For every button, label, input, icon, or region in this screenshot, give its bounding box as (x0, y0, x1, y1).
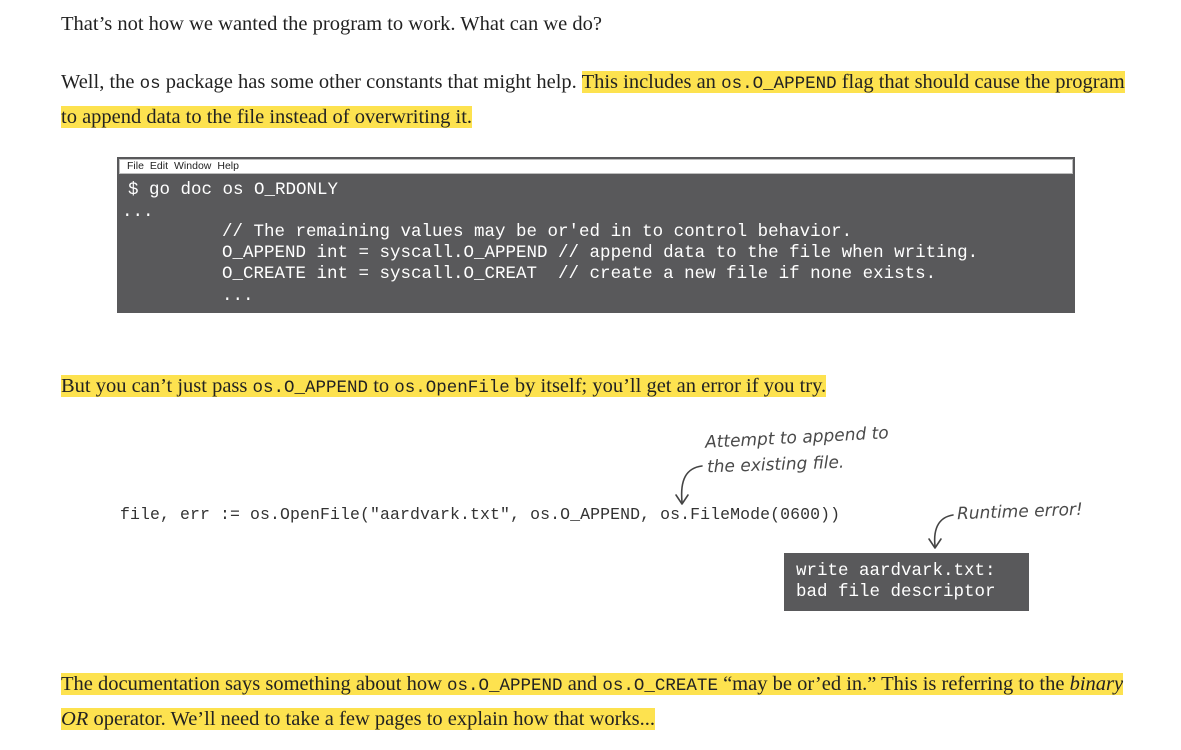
arrow-runtime (933, 514, 954, 547)
terminal-window: File Edit Window Help $ go doc os O_RDONLY … (117, 157, 1075, 313)
text-span: “may be or’ed in.” This is referring to … (717, 673, 1070, 695)
terminal-line: ... (222, 286, 254, 306)
text-span: operator. We’ll need to take a few pages… (88, 708, 656, 730)
annotation-append-line2: the existing file. (706, 452, 845, 478)
menu-item-file[interactable]: File (127, 160, 144, 172)
terminal-menu-bar: File Edit Window Help (119, 159, 1073, 174)
text-span: This includes an (581, 71, 722, 93)
annotation-runtime-error: Runtime error! (956, 499, 1084, 525)
arrow-append (680, 465, 703, 503)
text-span: and (562, 673, 603, 695)
terminal-line: // The remaining values may be or'ed in … (222, 222, 853, 242)
highlight-span: But you can’t just pass os.O_APPEND to o… (61, 375, 827, 398)
text-span: by itself; you’ll get an error if you tr… (509, 375, 827, 397)
highlight-span: The documentation says something about h… (61, 673, 1124, 730)
terminal-line: O_APPEND int = syscall.O_APPEND // appen… (222, 243, 979, 263)
paragraph-intro: That’s not how we wanted the program to … (61, 8, 1125, 41)
text-span: Well, the (61, 71, 140, 93)
text-span: The documentation says something about h… (61, 673, 448, 695)
code-example: file, err := os.OpenFile("aardvark.txt",… (120, 505, 841, 524)
inline-code: os.OpenFile (394, 378, 510, 398)
text-span: to (368, 375, 395, 397)
menu-item-help[interactable]: Help (217, 160, 239, 172)
arrow-append-head (675, 494, 689, 505)
paragraph-append-flag: Well, the os package has some other cons… (61, 66, 1125, 134)
paragraph-text: That’s not how we wanted the program to … (61, 13, 603, 35)
menu-item-edit[interactable]: Edit (150, 160, 168, 172)
inline-code: os.O_APPEND (447, 676, 563, 696)
inline-code: os.O_CREATE (602, 676, 718, 696)
arrow-runtime-head (928, 538, 942, 549)
text-span: package has some other constants that mi… (160, 71, 582, 93)
menu-item-window[interactable]: Window (174, 160, 211, 172)
paragraph-error-warning: But you can’t just pass os.O_APPEND to o… (61, 370, 1125, 405)
terminal-line: $ go doc os O_RDONLY (128, 180, 339, 200)
annotation-append-line1: Attempt to append to (704, 423, 890, 453)
inline-code: os.O_APPEND (252, 378, 369, 398)
text-span: But you can’t just pass (61, 375, 253, 397)
inline-code: os.O_APPEND (721, 74, 837, 94)
paragraph-binary-or: The documentation says something about h… (61, 668, 1125, 736)
inline-code: os (139, 74, 161, 94)
terminal-line: O_CREATE int = syscall.O_CREAT // create… (222, 264, 937, 284)
terminal-line: ... (122, 202, 154, 222)
error-output-box: write aardvark.txt: bad file descriptor (784, 553, 1029, 611)
